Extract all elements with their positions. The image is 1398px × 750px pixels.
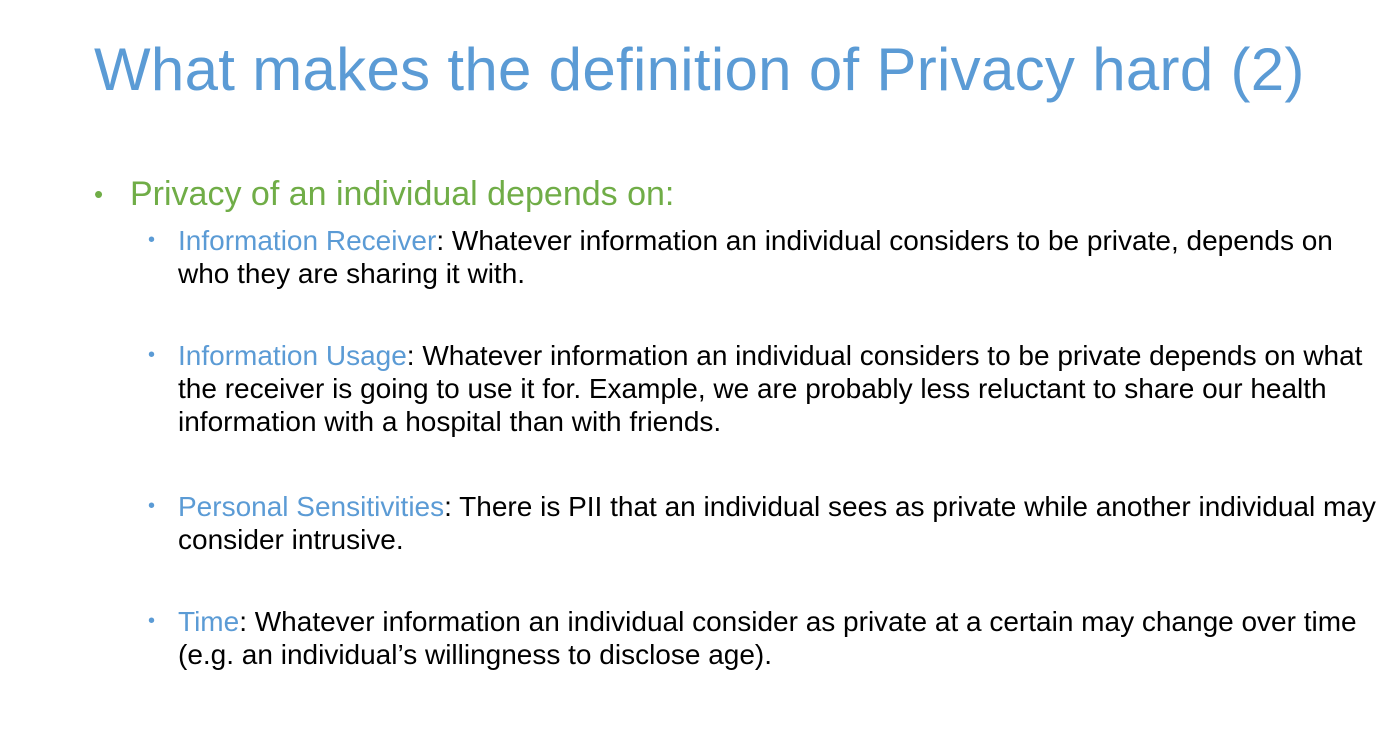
- list-item-personal-sensitivities: • Personal Sensitivities: There is PII t…: [148, 490, 1378, 556]
- list-item-text: Information Receiver: Whatever informati…: [178, 224, 1378, 290]
- list-item-information-receiver: • Information Receiver: Whatever informa…: [148, 224, 1378, 290]
- list-item-term: Information Usage: [178, 340, 407, 371]
- bullet-dot-icon: •: [148, 229, 156, 251]
- list-item-text: Personal Sensitivities: There is PII tha…: [178, 490, 1378, 556]
- main-bullet-text: Privacy of an individual depends on:: [130, 175, 675, 213]
- list-item-time: • Time: Whatever information an individu…: [148, 605, 1378, 671]
- bullet-dot-icon: •: [148, 344, 156, 366]
- list-item-term: Information Receiver: [178, 225, 437, 256]
- list-item-information-usage: • Information Usage: Whatever informatio…: [148, 339, 1378, 438]
- list-item-term: Personal Sensitivities: [178, 491, 445, 522]
- list-item-text: Time: Whatever information an individual…: [178, 605, 1378, 671]
- bullet-dot-icon: •: [148, 610, 156, 632]
- bullet-dot-icon: •: [148, 495, 156, 517]
- bullet-dot-icon: •: [94, 179, 104, 209]
- list-item-description: : Whatever information an individual con…: [178, 606, 1357, 670]
- list-item-text: Information Usage: Whatever information …: [178, 339, 1378, 438]
- main-bullet: • Privacy of an individual depends on:: [94, 172, 674, 216]
- slide-title: What makes the definition of Privacy har…: [94, 36, 1305, 103]
- slide: What makes the definition of Privacy har…: [0, 0, 1398, 750]
- list-item-term: Time: [178, 606, 240, 637]
